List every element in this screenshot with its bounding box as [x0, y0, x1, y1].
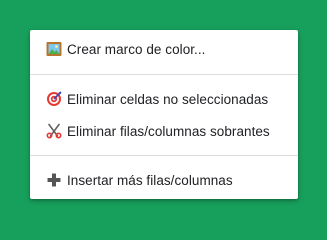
menu-item-insert-more-rows-columns[interactable]: Insertar más filas/columnas [30, 167, 298, 193]
context-menu: Crear marco de color... Eliminar celdas … [30, 30, 298, 199]
target-icon [46, 91, 62, 107]
menu-divider [30, 155, 298, 156]
framed-picture-icon [46, 41, 62, 57]
plus-icon [46, 172, 62, 188]
scissors-icon [46, 123, 62, 139]
menu-item-delete-unselected-cells[interactable]: Eliminar celdas no seleccionadas [30, 86, 298, 112]
menu-item-label: Eliminar celdas no seleccionadas [67, 91, 269, 107]
menu-divider [30, 74, 298, 75]
menu-item-label: Crear marco de color... [67, 41, 206, 57]
menu-item-label: Insertar más filas/columnas [67, 172, 233, 188]
menu-item-create-color-frame[interactable]: Crear marco de color... [30, 36, 298, 62]
menu-item-label: Eliminar filas/columnas sobrantes [67, 123, 270, 139]
menu-item-delete-extra-rows-columns[interactable]: Eliminar filas/columnas sobrantes [30, 118, 298, 144]
